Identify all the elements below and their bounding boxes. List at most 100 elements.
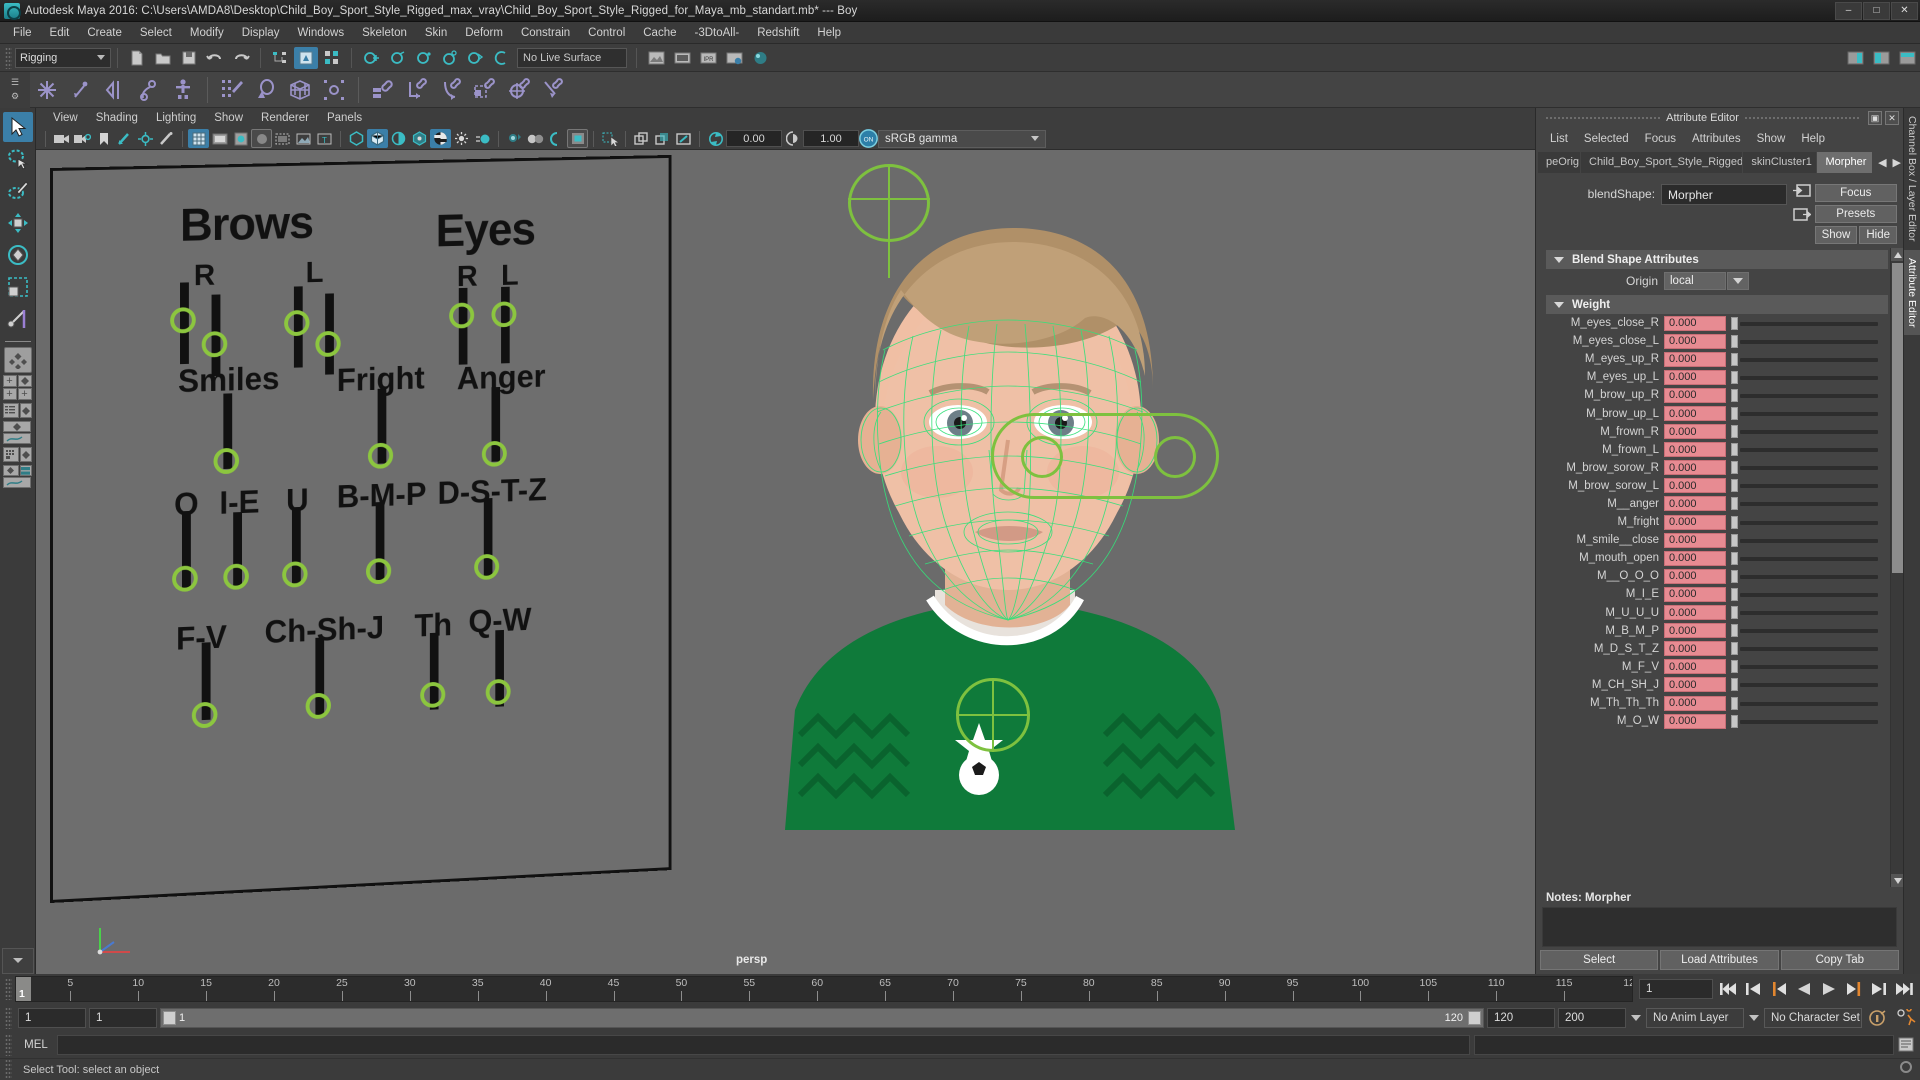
render-view-icon[interactable] <box>644 47 668 69</box>
weight-slider-handle[interactable] <box>1731 587 1738 601</box>
command-line-grip[interactable] <box>5 1034 12 1056</box>
blendshape-name-field[interactable]: Morpher <box>1661 184 1787 205</box>
play-forwards-icon[interactable] <box>1819 980 1839 998</box>
save-scene-icon[interactable] <box>177 47 201 69</box>
ipr-render-icon[interactable]: IPR <box>696 47 720 69</box>
weight-value-field[interactable]: 0.000 <box>1664 623 1726 639</box>
weight-slider-handle[interactable] <box>1731 624 1738 638</box>
hypershade-icon[interactable] <box>748 47 772 69</box>
menu-modify[interactable]: Modify <box>181 24 233 42</box>
xray-display-icon[interactable] <box>367 129 388 148</box>
grease-pencil-icon[interactable] <box>156 129 177 148</box>
snap-to-grid-icon[interactable] <box>359 47 383 69</box>
weight-slider-handle[interactable] <box>1731 425 1738 439</box>
snap-to-point-icon[interactable] <box>411 47 435 69</box>
weight-value-field[interactable]: 0.000 <box>1664 496 1726 512</box>
go-to-end-icon[interactable] <box>1894 980 1914 998</box>
snap-to-curve-icon[interactable] <box>385 47 409 69</box>
character-set-dropdown-icon[interactable] <box>1747 1015 1761 1021</box>
panel-menu-renderer[interactable]: Renderer <box>252 110 318 126</box>
weight-slider-handle[interactable] <box>1731 515 1738 529</box>
lights-display-icon[interactable] <box>451 129 472 148</box>
menu-constrain[interactable]: Constrain <box>512 24 579 42</box>
graph-editor-wide-icon[interactable] <box>2 477 31 488</box>
select-by-hierarchy-icon[interactable] <box>268 47 292 69</box>
render-settings-icon[interactable] <box>722 47 746 69</box>
weight-slider[interactable] <box>1730 696 1882 711</box>
mirror-joint-icon[interactable] <box>98 74 132 106</box>
menu-display[interactable]: Display <box>233 24 289 42</box>
tab-child-boy-sport-style-rigged[interactable]: Child_Boy_Sport_Style_Rigged <box>1581 151 1743 173</box>
rig-slider-handle[interactable] <box>305 692 331 720</box>
menu-windows[interactable]: Windows <box>288 24 353 42</box>
rig-slider-handle[interactable] <box>315 330 341 358</box>
weight-slider-handle[interactable] <box>1731 370 1738 384</box>
weight-slider-handle[interactable] <box>1731 533 1738 547</box>
weight-slider[interactable] <box>1730 460 1882 475</box>
tab-next-icon[interactable]: ▶ <box>1893 156 1901 169</box>
tab-morpher[interactable]: Morpher <box>1817 151 1873 173</box>
insert-joint-icon[interactable] <box>64 74 98 106</box>
tab-prev-icon[interactable]: ◀ <box>1878 156 1886 169</box>
weight-value-field[interactable]: 0.000 <box>1664 369 1726 385</box>
anim-layer-selector[interactable]: No Anim Layer <box>1646 1008 1744 1028</box>
notes-textarea[interactable] <box>1542 907 1897 947</box>
redo-icon[interactable] <box>229 47 253 69</box>
range-slider-bar[interactable]: 1 120 <box>160 1008 1484 1028</box>
paste-view-icon[interactable] <box>652 129 673 148</box>
attribute-vertical-scrollbar[interactable] <box>1890 248 1903 887</box>
paint-skin-weights-icon[interactable] <box>215 74 249 106</box>
weight-value-field[interactable]: 0.000 <box>1664 605 1726 621</box>
select-by-object-type-icon[interactable] <box>294 46 318 69</box>
weight-slider[interactable] <box>1730 370 1882 385</box>
snapshot-view-icon[interactable] <box>673 129 694 148</box>
anim-start-field[interactable]: 1 <box>89 1008 157 1028</box>
make-live-icon[interactable] <box>489 47 513 69</box>
live-surface-field[interactable]: No Live Surface <box>517 47 627 68</box>
outliner-persp-icon[interactable] <box>2 403 19 418</box>
output-connection-icon[interactable] <box>1792 208 1811 226</box>
input-connection-icon[interactable] <box>1792 184 1811 202</box>
shading-wireframe-on-shaded-icon[interactable] <box>251 129 272 148</box>
cluster-deformer-icon[interactable] <box>317 74 351 106</box>
rig-slider-handle[interactable] <box>172 565 198 593</box>
menu-create[interactable]: Create <box>78 24 131 42</box>
menu-skeleton[interactable]: Skeleton <box>353 24 416 42</box>
panel-menu-show[interactable]: Show <box>205 110 252 126</box>
weight-value-field[interactable]: 0.000 <box>1664 387 1726 403</box>
move-tool-button[interactable] <box>3 208 33 238</box>
close-button[interactable]: ✕ <box>1891 1 1918 20</box>
weight-slider[interactable] <box>1730 714 1882 729</box>
weight-value-field[interactable]: 0.000 <box>1664 677 1726 693</box>
next-key-icon[interactable] <box>1844 980 1864 998</box>
rig-slider-handle[interactable] <box>485 678 511 706</box>
layout-two-v-icon[interactable] <box>17 375 32 387</box>
section-blend-shape-attributes[interactable]: Blend Shape Attributes <box>1546 250 1888 269</box>
weight-slider-handle[interactable] <box>1731 443 1738 457</box>
character-set-selector[interactable]: No Character Set <box>1764 1008 1862 1028</box>
gamma-icon[interactable] <box>782 129 803 148</box>
panel-drag-dots[interactable] <box>1546 117 1661 119</box>
rotate-tool-button[interactable] <box>3 240 33 270</box>
smooth-shade-selected-icon[interactable] <box>230 129 251 148</box>
select-camera-icon[interactable] <box>51 129 72 148</box>
rig-slider-handle[interactable] <box>367 442 394 469</box>
xray-joints-icon[interactable] <box>388 129 409 148</box>
graph-editor-icon[interactable] <box>2 433 31 444</box>
last-tool-button[interactable] <box>3 304 33 334</box>
focus-button[interactable]: Focus <box>1814 184 1897 202</box>
weight-slider-handle[interactable] <box>1731 316 1738 330</box>
motion-blur-icon[interactable] <box>472 129 493 148</box>
mel-label[interactable]: MEL <box>15 1039 57 1051</box>
scale-constraint-icon[interactable] <box>468 74 502 106</box>
weight-slider-handle[interactable] <box>1731 678 1738 692</box>
create-joint-icon[interactable] <box>30 74 64 106</box>
step-back-key-icon[interactable] <box>1744 980 1764 998</box>
time-slider-track[interactable]: 1 5 10 15 20 25 30 35 40 45 50 55 60 65 70 75 80 85 90 95 1… <box>15 976 1633 1002</box>
weight-slider[interactable] <box>1730 641 1882 656</box>
weight-slider-handle[interactable] <box>1731 407 1738 421</box>
lattice-deformer-icon[interactable] <box>283 74 317 106</box>
hypershade-layout-icon[interactable] <box>2 447 19 462</box>
weight-slider[interactable] <box>1730 677 1882 692</box>
copy-tab-button[interactable]: Copy Tab <box>1780 950 1899 970</box>
